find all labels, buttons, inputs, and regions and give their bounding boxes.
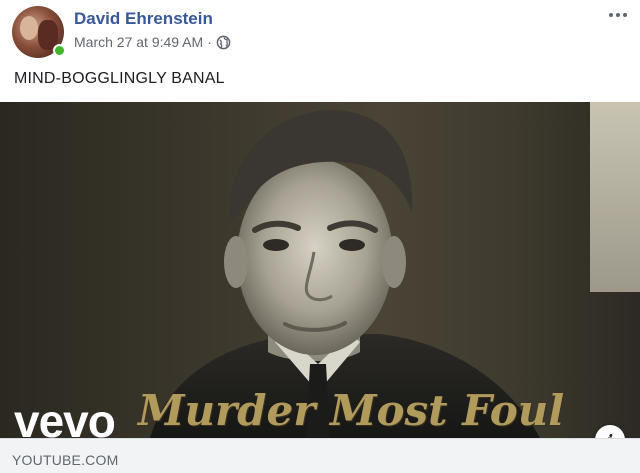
- post-header: David Ehrenstein March 27 at 9:49 AM ·: [0, 0, 640, 62]
- video-title: Murder Most Foul: [138, 386, 565, 435]
- link-domain: YOUTUBE.COM: [12, 452, 119, 468]
- link-preview-footer[interactable]: YOUTUBE.COM: [0, 438, 640, 473]
- online-status-dot: [53, 44, 66, 57]
- more-dot: [616, 13, 620, 17]
- post-timestamp[interactable]: March 27 at 9:49 AM: [74, 34, 203, 50]
- post-text: MIND-BOGGLINGLY BANAL: [14, 70, 225, 87]
- more-options-button[interactable]: [606, 6, 630, 24]
- vevo-logo: vevo: [14, 395, 116, 438]
- post-meta: March 27 at 9:49 AM ·: [74, 34, 231, 50]
- more-dot: [609, 13, 613, 17]
- author-name-link[interactable]: David Ehrenstein: [74, 9, 213, 29]
- more-dot: [623, 13, 627, 17]
- author-avatar[interactable]: [12, 6, 66, 58]
- meta-separator: ·: [207, 34, 212, 50]
- avatar-figure-left: [20, 16, 38, 40]
- globe-icon: [216, 35, 231, 49]
- post-card: David Ehrenstein March 27 at 9:49 AM · M…: [0, 0, 640, 473]
- video-thumbnail[interactable]: vevo Murder Most Foul: [0, 102, 640, 438]
